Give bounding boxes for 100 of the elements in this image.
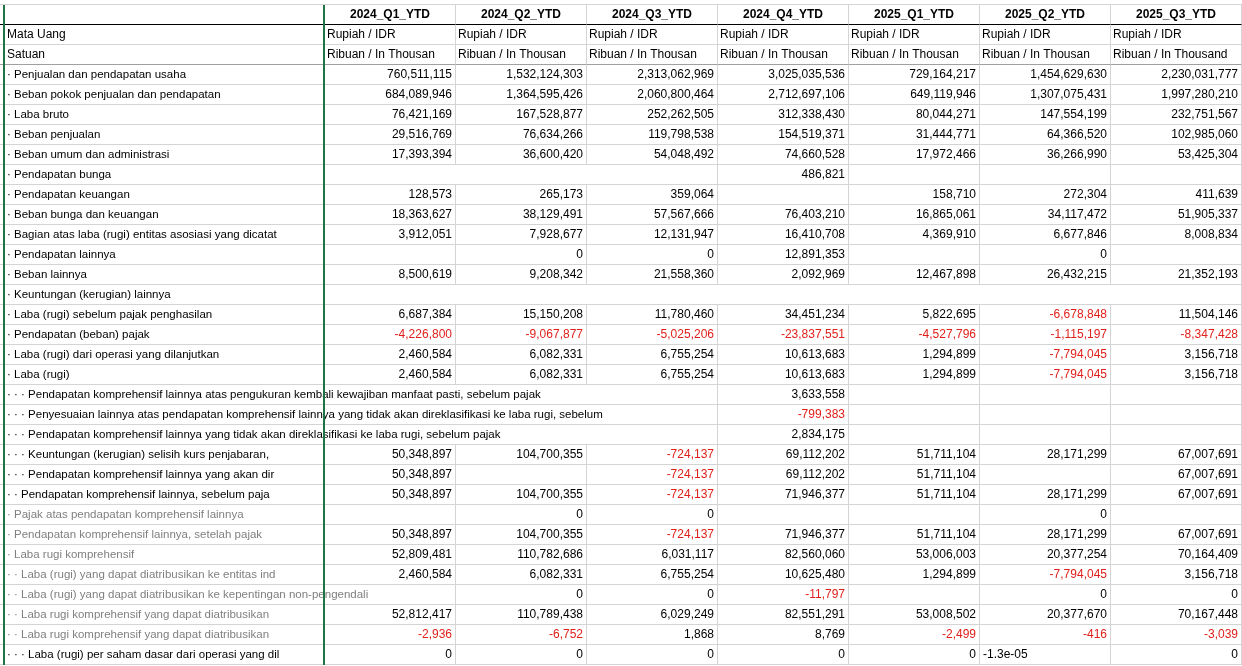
- table-cell: 1,294,899: [849, 365, 980, 385]
- table-cell: 71,946,377: [718, 525, 849, 545]
- table-cell: 1,294,899: [849, 345, 980, 365]
- table-cell: 12,467,898: [849, 265, 980, 285]
- table-cell: 57,567,666: [587, 205, 718, 225]
- table-cell: Rupiah / IDR: [587, 25, 718, 45]
- table-cell: 34,451,234: [718, 305, 849, 325]
- table-cell: 6,082,331: [456, 565, 587, 585]
- table-cell: 3,156,718: [1111, 365, 1242, 385]
- table-cell: 28,171,299: [980, 485, 1111, 505]
- table-cell: 104,700,355: [456, 485, 587, 505]
- table-cell: 20,377,254: [980, 545, 1111, 565]
- column-header: 2024_Q4_YTD: [718, 5, 849, 25]
- table-cell: 252,262,505: [587, 105, 718, 125]
- table-cell: Rupiah / IDR: [718, 25, 849, 45]
- table-cell: 1,454,629,630: [980, 65, 1111, 85]
- table-cell: -1,115,197: [980, 325, 1111, 345]
- table-cell: 147,554,199: [980, 105, 1111, 125]
- table-cell: 69,112,202: [718, 465, 849, 485]
- table-cell: -416: [980, 625, 1111, 645]
- table-cell: 154,519,371: [718, 125, 849, 145]
- table-cell: -7,794,045: [980, 365, 1111, 385]
- table-cell: 232,751,567: [1111, 105, 1242, 125]
- table-cell: 8,769: [718, 625, 849, 645]
- table-cell: -3,039: [1111, 625, 1242, 645]
- table-cell: 6,082,331: [456, 365, 587, 385]
- table-cell: 51,711,104: [849, 525, 980, 545]
- table-cell: 0: [587, 645, 718, 665]
- table-cell: 729,164,217: [849, 65, 980, 85]
- table-cell: 12,891,353: [718, 245, 849, 265]
- table-cell: -6,752: [456, 625, 587, 645]
- table-cell: 110,782,686: [456, 545, 587, 565]
- table-cell: Ribuan / In Thousan: [718, 45, 849, 65]
- table-cell: 649,119,946: [849, 85, 980, 105]
- table-cell: 104,700,355: [456, 525, 587, 545]
- column-header: 2025_Q2_YTD: [980, 5, 1111, 25]
- table-cell: 0: [456, 585, 587, 605]
- table-cell: 102,985,060: [1111, 125, 1242, 145]
- table-cell: 6,082,331: [456, 345, 587, 365]
- table-cell: 0: [980, 245, 1111, 265]
- table-cell: -5,025,206: [587, 325, 718, 345]
- table-cell: Ribuan / In Thousan: [587, 45, 718, 65]
- table-cell: 31,444,771: [849, 125, 980, 145]
- table-cell: -6,678,848: [980, 305, 1111, 325]
- table-cell: 10,625,480: [718, 565, 849, 585]
- table-cell: 0: [587, 505, 718, 525]
- table-cell: 28,171,299: [980, 525, 1111, 545]
- table-cell: 11,780,460: [587, 305, 718, 325]
- table-cell: 1,532,124,303: [456, 65, 587, 85]
- table-cell: 312,338,430: [718, 105, 849, 125]
- table-cell: 0: [456, 245, 587, 265]
- column-header: 2025_Q3_YTD: [1111, 5, 1242, 25]
- table-cell: 67,007,691: [1111, 525, 1242, 545]
- table-cell: Rupiah / IDR: [849, 25, 980, 45]
- table-cell: 0: [980, 505, 1111, 525]
- table-cell: 0: [1111, 585, 1242, 605]
- table-cell: 51,905,337: [1111, 205, 1242, 225]
- table-cell: -2,499: [849, 625, 980, 645]
- table-cell: 67,007,691: [1111, 465, 1242, 485]
- table-cell: 82,551,291: [718, 605, 849, 625]
- table-cell: -8,347,428: [1111, 325, 1242, 345]
- table-cell: 51,711,104: [849, 445, 980, 465]
- table-cell: 53,006,003: [849, 545, 980, 565]
- table-cell: 1,307,075,431: [980, 85, 1111, 105]
- table-cell: 6,755,254: [587, 565, 718, 585]
- table-cell: 158,710: [849, 185, 980, 205]
- column-header: 2024_Q2_YTD: [456, 5, 587, 25]
- table-cell: 80,044,271: [849, 105, 980, 125]
- table-cell: 36,266,990: [980, 145, 1111, 165]
- table-cell: -799,383: [718, 405, 849, 425]
- table-cell: 67,007,691: [1111, 445, 1242, 465]
- table-cell: 34,117,472: [980, 205, 1111, 225]
- table-cell: 2,092,969: [718, 265, 849, 285]
- table-cell: 36,600,420: [456, 145, 587, 165]
- table-cell: 0: [587, 585, 718, 605]
- table-cell: 51,711,104: [849, 465, 980, 485]
- table-cell: 2,712,697,106: [718, 85, 849, 105]
- table-cell: 15,150,208: [456, 305, 587, 325]
- table-cell: 53,008,502: [849, 605, 980, 625]
- table-cell: Ribuan / In Thousan: [456, 45, 587, 65]
- table-cell: 5,822,695: [849, 305, 980, 325]
- table-cell: -9,067,877: [456, 325, 587, 345]
- table-cell: 67,007,691: [1111, 485, 1242, 505]
- table-cell: 0: [980, 585, 1111, 605]
- table-cell: Ribuan / In Thousand: [1111, 45, 1242, 65]
- row-label: · Keuntungan (kerugian) lainnya: [0, 285, 1242, 305]
- table-cell: 8,008,834: [1111, 225, 1242, 245]
- table-cell: 1,364,595,426: [456, 85, 587, 105]
- table-cell: 0: [587, 245, 718, 265]
- table-cell: 20,377,670: [980, 605, 1111, 625]
- table-cell: 11,504,146: [1111, 305, 1242, 325]
- table-cell: 1,868: [587, 625, 718, 645]
- table-cell: 16,410,708: [718, 225, 849, 245]
- table-cell: 53,425,304: [1111, 145, 1242, 165]
- table-cell: 21,352,193: [1111, 265, 1242, 285]
- table-cell: 265,173: [456, 185, 587, 205]
- table-cell: Rupiah / IDR: [456, 25, 587, 45]
- table-cell: 1,294,899: [849, 565, 980, 585]
- column-header: 2025_Q1_YTD: [849, 5, 980, 25]
- table-cell: Ribuan / In Thousan: [980, 45, 1111, 65]
